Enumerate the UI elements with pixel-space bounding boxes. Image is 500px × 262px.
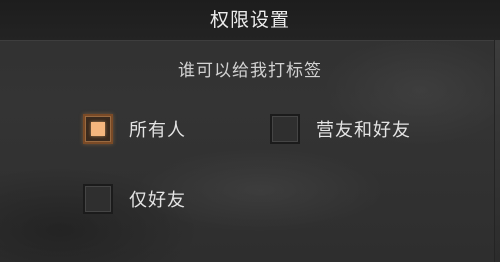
checkbox-camp-friends-and-friends[interactable] — [270, 114, 300, 144]
option-camp-friends-and-friends[interactable]: 营友和好友 — [270, 112, 411, 146]
permission-settings-panel: 权限设置 谁可以给我打标签 所有人 营友和好友 仅好友 — [0, 0, 500, 262]
option-everyone[interactable]: 所有人 — [83, 112, 186, 146]
check-mark-icon — [91, 122, 105, 136]
option-friends-only[interactable]: 仅好友 — [83, 182, 186, 216]
tag-permission-prompt: 谁可以给我打标签 — [178, 61, 322, 81]
title-bar: 权限设置 — [0, 0, 500, 41]
option-camp-friends-and-friends-label: 营友和好友 — [316, 120, 411, 141]
option-everyone-label: 所有人 — [129, 120, 186, 141]
checkbox-friends-only[interactable] — [83, 184, 113, 214]
dialog-title: 权限设置 — [209, 9, 290, 31]
checkbox-everyone[interactable] — [83, 114, 113, 144]
option-friends-only-label: 仅好友 — [129, 190, 186, 211]
